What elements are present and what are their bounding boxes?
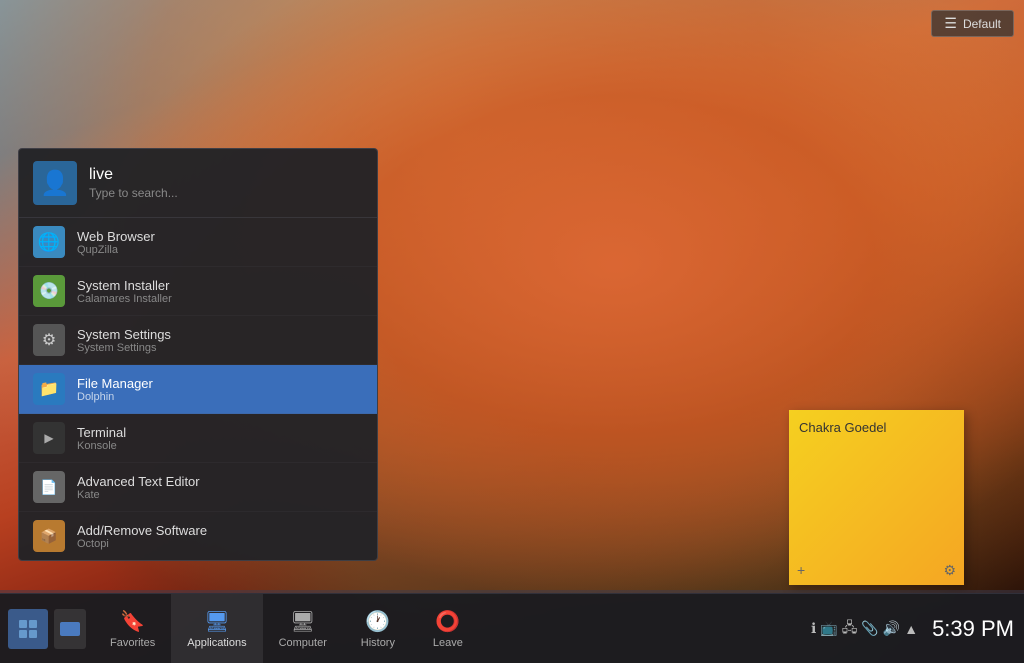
system-settings-subtitle: System Settings <box>77 342 363 354</box>
file-manager-subtitle: Dolphin <box>77 391 363 403</box>
desktop: ☰ Default 👤 live Type to search... 🌐 Web… <box>0 0 1024 663</box>
file-manager-title: File Manager <box>77 376 363 391</box>
system-installer-title: System Installer <box>77 278 363 293</box>
text-editor-title: Advanced Text Editor <box>77 474 363 489</box>
tray-display-icon[interactable]: 📺 <box>820 620 837 637</box>
text-editor-subtitle: Kate <box>77 489 363 501</box>
system-installer-subtitle: Calamares Installer <box>77 293 363 305</box>
menu-item-text-editor[interactable]: 📄 Advanced Text Editor Kate <box>19 463 377 512</box>
tray-volume-icon[interactable]: 🔊 <box>883 620 900 637</box>
software-icon: 📦 <box>33 520 65 552</box>
menu-item-text-editor-text: Advanced Text Editor Kate <box>77 474 363 501</box>
clock: 5:39 PM <box>932 616 1014 642</box>
tray-network-icon[interactable]: 🖧 <box>842 617 858 641</box>
nav-tab-history[interactable]: 🕐 History <box>343 594 413 663</box>
menu-item-file-manager[interactable]: 📁 File Manager Dolphin <box>19 365 377 414</box>
taskbar-window-button[interactable] <box>54 609 86 649</box>
menu-item-terminal[interactable]: ▶ Terminal Konsole <box>19 414 377 463</box>
taskbar-window-inner <box>60 622 80 636</box>
user-avatar: 👤 <box>33 161 77 205</box>
history-icon: 🕐 <box>365 609 390 634</box>
sticky-note-add-icon[interactable]: + <box>797 562 805 579</box>
computer-icon: 🖥 <box>290 609 315 634</box>
computer-label: Computer <box>279 637 327 649</box>
menu-item-software[interactable]: 📦 Add/Remove Software Octopi <box>19 512 377 560</box>
leave-label: Leave <box>433 637 463 649</box>
file-manager-icon: 📁 <box>33 373 65 405</box>
menu-item-software-text: Add/Remove Software Octopi <box>77 523 363 550</box>
username: live <box>89 166 363 184</box>
tray-arrow-icon[interactable]: ▲ <box>904 621 918 637</box>
tray-info-icon[interactable]: ℹ <box>811 620 816 637</box>
terminal-icon: ▶ <box>33 422 65 454</box>
taskbar: 🔖 Favorites 🖥 Applications 🖥 Computer 🕐 … <box>0 593 1024 663</box>
text-editor-icon: 📄 <box>33 471 65 503</box>
menu-header: 👤 live Type to search... <box>19 149 377 218</box>
tray-clip-icon[interactable]: 📎 <box>861 620 878 637</box>
menu-header-text: live Type to search... <box>89 166 363 200</box>
taskbar-left <box>0 594 94 663</box>
leave-icon: ⭕ <box>435 609 460 634</box>
menu-item-file-manager-text: File Manager Dolphin <box>77 376 363 403</box>
history-label: History <box>361 637 395 649</box>
search-placeholder[interactable]: Type to search... <box>89 186 363 200</box>
favorites-label: Favorites <box>110 637 155 649</box>
terminal-title: Terminal <box>77 425 363 440</box>
nav-tab-favorites[interactable]: 🔖 Favorites <box>94 594 171 663</box>
menu-item-terminal-text: Terminal Konsole <box>77 425 363 452</box>
grid-icon <box>18 619 38 639</box>
web-browser-icon: 🌐 <box>33 226 65 258</box>
sticky-note-settings-icon[interactable]: ⚙ <box>943 562 956 579</box>
sticky-note[interactable]: Chakra Goedel + ⚙ <box>789 410 964 585</box>
applications-label: Applications <box>187 637 246 649</box>
nav-tab-leave[interactable]: ⭕ Leave <box>413 594 483 663</box>
system-installer-icon: 💿 <box>33 275 65 307</box>
menu-item-system-installer-text: System Installer Calamares Installer <box>77 278 363 305</box>
hamburger-icon: ☰ <box>944 15 957 32</box>
applications-icon: 🖥 <box>204 609 229 634</box>
default-label: Default <box>963 17 1001 31</box>
app-menu: 👤 live Type to search... 🌐 Web Browser Q… <box>18 148 378 561</box>
default-button[interactable]: ☰ Default <box>931 10 1014 37</box>
menu-item-system-settings-text: System Settings System Settings <box>77 327 363 354</box>
nav-tab-computer[interactable]: 🖥 Computer <box>263 594 343 663</box>
sticky-note-title: Chakra Goedel <box>799 420 954 435</box>
system-settings-title: System Settings <box>77 327 363 342</box>
app-launcher-button[interactable] <box>8 609 48 649</box>
web-browser-subtitle: QupZilla <box>77 244 363 256</box>
software-subtitle: Octopi <box>77 538 363 550</box>
bottom-nav: 🔖 Favorites 🖥 Applications 🖥 Computer 🕐 … <box>94 594 801 663</box>
menu-item-web-browser-text: Web Browser QupZilla <box>77 229 363 256</box>
sticky-note-actions: + ⚙ <box>797 562 956 579</box>
favorites-icon: 🔖 <box>120 609 145 634</box>
avatar-icon: 👤 <box>40 169 70 198</box>
software-title: Add/Remove Software <box>77 523 363 538</box>
menu-item-system-settings[interactable]: ⚙ System Settings System Settings <box>19 316 377 365</box>
web-browser-title: Web Browser <box>77 229 363 244</box>
nav-tab-applications[interactable]: 🖥 Applications <box>171 594 262 663</box>
menu-item-system-installer[interactable]: 💿 System Installer Calamares Installer <box>19 267 377 316</box>
terminal-subtitle: Konsole <box>77 440 363 452</box>
tray-icons: ℹ 📺 🖧 📎 🔊 ▲ <box>811 617 918 641</box>
system-settings-icon: ⚙ <box>33 324 65 356</box>
menu-item-web-browser[interactable]: 🌐 Web Browser QupZilla <box>19 218 377 267</box>
system-tray: ℹ 📺 🖧 📎 🔊 ▲ 5:39 PM <box>801 594 1024 663</box>
